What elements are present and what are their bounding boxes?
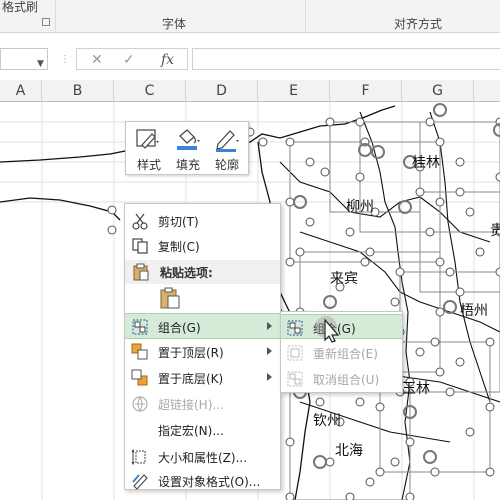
- pen-outline-icon: [216, 130, 239, 152]
- menu-label-format-object: 设置对象格式(O)...: [158, 475, 261, 489]
- column-header-a[interactable]: A: [0, 80, 42, 102]
- formula-buttons: ✕ ✓ fx: [76, 48, 188, 70]
- format-painter-label[interactable]: 格式刷: [2, 0, 38, 15]
- chevron-down-icon[interactable]: ▼: [37, 59, 44, 69]
- submenu-arrow-icon: [267, 347, 272, 355]
- column-header-h[interactable]: [474, 80, 500, 102]
- menu-label-bring-to-front: 置于顶层(R): [158, 346, 224, 360]
- paste-icon: [160, 287, 180, 309]
- menu-item-copy[interactable]: 复制(C): [125, 233, 280, 259]
- context-menu: 剪切(T) 复制(C) 粘贴选项: 组合(G) 置于顶层(R) 置于底层(K) …: [124, 203, 281, 490]
- cancel-icon[interactable]: ✕: [91, 52, 103, 68]
- menu-item-assign-macro[interactable]: 指定宏(N)...: [125, 417, 280, 443]
- city-label-yulin: 玉林: [402, 381, 430, 397]
- confirm-icon[interactable]: ✓: [123, 52, 135, 68]
- column-header-d[interactable]: D: [186, 80, 258, 102]
- menu-label-hyperlink: 超链接(H)...: [158, 398, 224, 412]
- column-header-e[interactable]: E: [258, 80, 330, 102]
- ungroup-icon: [287, 371, 303, 387]
- city-label-laibin: 来宾: [330, 271, 358, 287]
- alignment-group: 对齐方式: [306, 0, 500, 33]
- menu-label-copy: 复制(C): [158, 240, 200, 254]
- city-label-liuzhou: 柳州: [346, 199, 374, 215]
- shape-style-button[interactable]: 样式: [130, 126, 168, 172]
- column-header-c[interactable]: C: [114, 80, 186, 102]
- column-header-b[interactable]: B: [42, 80, 114, 102]
- menu-label-cut: 剪切(T): [158, 215, 199, 229]
- insert-function-icon[interactable]: fx: [161, 52, 174, 68]
- regroup-icon: [287, 345, 303, 361]
- format-object-icon: [132, 474, 148, 490]
- size-properties-icon: [131, 448, 146, 466]
- formula-bar: ▼ ⋮ ✕ ✓ fx: [0, 44, 500, 74]
- shape-fill-button[interactable]: 填充: [169, 126, 207, 172]
- menu-label-assign-macro: 指定宏(N)...: [158, 424, 224, 438]
- paste-keep-format-button[interactable]: [158, 286, 182, 310]
- menu-item-cut[interactable]: 剪切(T): [125, 208, 280, 234]
- group-objects-icon: [132, 319, 148, 335]
- city-label-qinzhou: 钦州: [313, 413, 341, 429]
- submenu-item-ungroup: 取消组合(U): [281, 366, 402, 391]
- paste-options-header: 粘贴选项:: [125, 260, 280, 284]
- font-group-label: 字体: [162, 17, 187, 31]
- copy-icon: [132, 238, 148, 254]
- menu-label-size-properties: 大小和属性(Z)...: [158, 451, 248, 465]
- mouse-cursor-icon: [315, 316, 340, 343]
- brush-style-icon: [136, 129, 159, 149]
- scissors-icon: [132, 213, 148, 230]
- formula-input[interactable]: [192, 48, 500, 70]
- menu-item-group[interactable]: 组合(G): [125, 313, 280, 339]
- column-header-f[interactable]: F: [330, 80, 402, 102]
- outline-label: 轮廓: [214, 158, 239, 172]
- bring-to-front-icon: [131, 343, 148, 360]
- menu-item-format-object[interactable]: 设置对象格式(O)...: [125, 468, 280, 494]
- city-label-wuzhou: 梧州: [460, 303, 488, 319]
- submenu-arrow-icon: [267, 373, 272, 381]
- shape-outline-button[interactable]: 轮廓: [208, 126, 246, 172]
- menu-label-group: 组合(G): [158, 321, 201, 335]
- city-label-guigang: 贵: [490, 223, 500, 239]
- city-label-guilin: 桂林: [412, 155, 440, 171]
- clipboard-group: 格式刷: [0, 0, 56, 33]
- group-icon: [287, 320, 303, 336]
- menu-item-size-properties[interactable]: 大小和属性(Z)...: [125, 444, 280, 470]
- menu-label-send-to-back: 置于底层(K): [158, 372, 224, 386]
- submenu-label-regroup: 重新组合(E): [313, 347, 378, 361]
- send-to-back-icon: [131, 369, 148, 386]
- submenu-arrow-icon: [267, 322, 272, 330]
- paint-bucket-icon: [177, 129, 200, 150]
- column-header-g[interactable]: G: [402, 80, 474, 102]
- menu-item-hyperlink: 超链接(H)...: [125, 391, 280, 417]
- menu-item-bring-to-front[interactable]: 置于顶层(R): [125, 339, 280, 365]
- clipboard-icon: [133, 263, 149, 281]
- hyperlink-icon: [132, 396, 148, 412]
- clipboard-launcher-icon[interactable]: [42, 18, 50, 26]
- name-box[interactable]: ▼: [0, 48, 48, 70]
- city-label-beihai: 北海: [335, 443, 363, 459]
- ribbon: 格式刷 字体 对齐方式: [0, 0, 500, 33]
- menu-item-send-to-back[interactable]: 置于底层(K): [125, 365, 280, 391]
- splitter-icon[interactable]: ⋮: [60, 54, 70, 65]
- alignment-group-label: 对齐方式: [394, 17, 443, 31]
- paste-options-label: 粘贴选项:: [160, 266, 213, 280]
- style-label: 样式: [136, 158, 161, 172]
- font-group: 字体: [56, 0, 306, 33]
- mini-toolbar: 样式 填充 轮廓: [125, 121, 249, 175]
- fill-label: 填充: [175, 158, 200, 172]
- submenu-label-ungroup: 取消组合(U): [313, 373, 380, 387]
